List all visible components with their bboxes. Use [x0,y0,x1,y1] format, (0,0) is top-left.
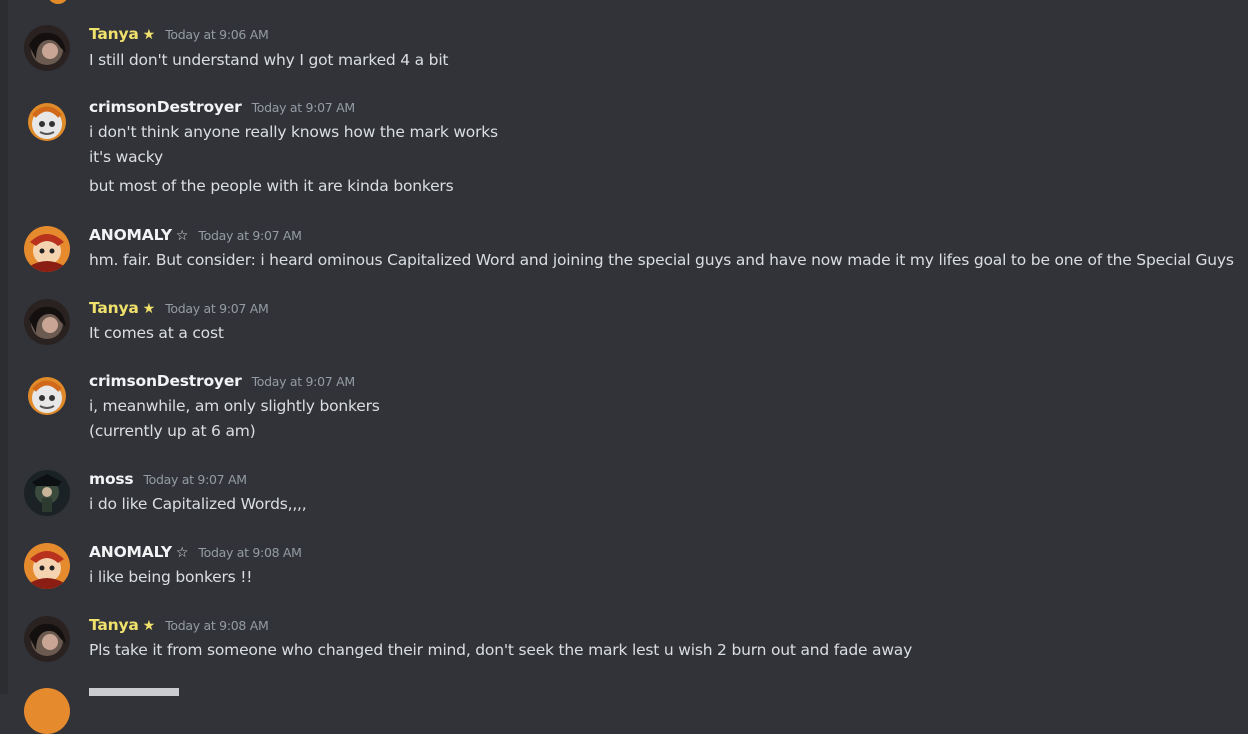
avatar[interactable] [24,616,70,662]
timestamp[interactable]: Today at 9:06 AM [165,27,269,42]
star-badge-icon: ★ [142,27,156,43]
avatar[interactable] [24,470,70,516]
message-text: but most of the people with it are kinda… [89,177,454,195]
message-text: Pls take it from someone who changed the… [89,641,913,659]
star-outline-icon: ☆ [175,545,189,561]
timestamp[interactable]: Today at 9:08 AM [198,545,302,560]
timestamp[interactable]: Today at 9:07 AM [143,472,247,487]
message-group: ANOMALY ☆ Today at 9:07 AM hm. fair. But… [24,226,1248,276]
message-group: moss Today at 9:07 AM i do like Capitali… [24,470,1248,520]
author-name[interactable]: moss [89,470,134,488]
avatar[interactable] [24,543,70,589]
avatar[interactable] [24,98,70,144]
message-group: crimsonDestroyer Today at 9:07 AM i, mea… [24,372,1248,448]
avatar[interactable] [24,372,70,418]
message-text: hm. fair. But consider: i heard ominous … [89,251,1234,269]
timestamp[interactable]: Today at 9:07 AM [252,100,356,115]
message-group: Tanya ★ Today at 9:06 AM I still don't u… [24,25,1248,75]
timestamp[interactable]: Today at 9:07 AM [198,228,302,243]
message-group: Tanya ★ Today at 9:08 AM Pls take it fro… [24,616,1248,666]
author-name[interactable]: crimsonDestroyer [89,372,242,390]
partial-avatar-bottom [24,688,70,734]
message-group: crimsonDestroyer Today at 9:07 AM i don'… [24,98,1248,202]
timestamp[interactable]: Today at 9:07 AM [165,301,269,316]
avatar[interactable] [24,25,70,71]
partial-avatar-top [48,0,68,4]
author-name[interactable]: Tanya [89,299,139,317]
message-text: it's wacky [89,148,163,166]
author-name[interactable]: Tanya [89,616,139,634]
star-outline-icon: ☆ [175,228,189,244]
partial-author-name [89,688,179,696]
message-text: (currently up at 6 am) [89,422,256,440]
message-group: Tanya ★ Today at 9:07 AM It comes at a c… [24,299,1248,349]
message-group: ANOMALY ☆ Today at 9:08 AM i like being … [24,543,1248,593]
avatar[interactable] [24,226,70,272]
star-badge-icon: ★ [142,301,156,317]
timestamp[interactable]: Today at 9:07 AM [252,374,356,389]
message-text: It comes at a cost [89,324,224,342]
avatar[interactable] [24,299,70,345]
left-edge [0,0,8,694]
message-text: I still don't understand why I got marke… [89,51,449,69]
message-text: i, meanwhile, am only slightly bonkers [89,397,380,415]
timestamp[interactable]: Today at 9:08 AM [165,618,269,633]
author-name[interactable]: crimsonDestroyer [89,98,242,116]
author-name[interactable]: ANOMALY [89,226,172,244]
star-badge-icon: ★ [142,618,156,634]
author-name[interactable]: ANOMALY [89,543,172,561]
message-text: i do like Capitalized Words,,,, [89,495,307,513]
message-text: i like being bonkers !! [89,568,253,586]
message-text: i don't think anyone really knows how th… [89,123,498,141]
author-name[interactable]: Tanya [89,25,139,43]
